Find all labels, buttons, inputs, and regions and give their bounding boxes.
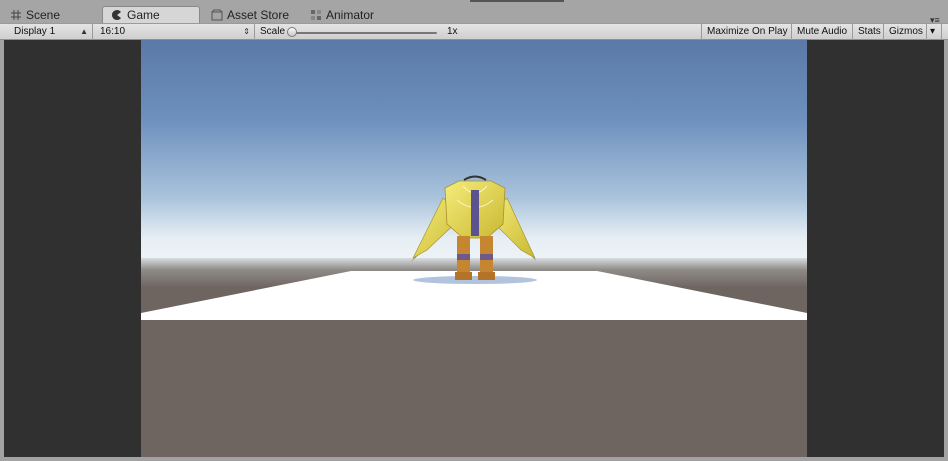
tab-animator-label: Animator bbox=[326, 7, 375, 22]
animator-icon bbox=[311, 9, 321, 20]
maximize-on-play-toggle[interactable]: Maximize On Play bbox=[701, 24, 792, 40]
store-icon bbox=[211, 9, 223, 20]
gizmos-button[interactable]: Gizmos bbox=[884, 24, 927, 40]
tab-menu-icon[interactable]: ▾≡ bbox=[930, 15, 940, 26]
mute-audio-toggle[interactable]: Mute Audio bbox=[792, 24, 853, 40]
display-dropdown-label: Display 1 bbox=[14, 26, 56, 37]
bottom-border bbox=[0, 457, 948, 461]
scale-value: 1x bbox=[447, 26, 458, 37]
scale-slider-handle[interactable] bbox=[287, 27, 297, 37]
tab-game[interactable]: Game bbox=[102, 6, 200, 23]
grid-icon bbox=[11, 9, 21, 20]
game-view-render[interactable] bbox=[141, 40, 807, 457]
tab-scene[interactable]: Scene bbox=[10, 6, 60, 23]
game-scene bbox=[141, 40, 807, 457]
game-viewport[interactable] bbox=[4, 40, 944, 457]
aspect-dropdown[interactable]: 16:10 ⇕ bbox=[95, 24, 255, 40]
tab-bar: Scene Game Asset Store Animator bbox=[0, 0, 948, 23]
display-dropdown[interactable]: Display 1 ▲︎ bbox=[9, 24, 93, 40]
tab-scene-label: Scene bbox=[26, 7, 61, 22]
pacman-icon bbox=[112, 10, 121, 20]
tab-animator[interactable]: Animator bbox=[310, 6, 374, 23]
tab-game-label: Game bbox=[127, 8, 160, 22]
dropdown-arrow-icon: ▲︎ bbox=[80, 27, 88, 36]
dropdown-arrow-icon: ⇕ bbox=[243, 27, 250, 36]
tab-asset-store-label: Asset Store bbox=[227, 7, 290, 22]
stats-toggle[interactable]: Stats bbox=[853, 24, 884, 40]
gizmos-dropdown-arrow-icon[interactable]: ▾ bbox=[927, 24, 942, 40]
scale-slider-track[interactable] bbox=[295, 32, 437, 34]
window-drag-handle[interactable] bbox=[470, 0, 564, 2]
aspect-dropdown-label: 16:10 bbox=[100, 26, 126, 37]
tab-asset-store[interactable]: Asset Store bbox=[211, 6, 289, 23]
game-toolbar: Display 1 ▲︎ 16:10 ⇕ Scale 1x Maximize O… bbox=[0, 15, 948, 40]
